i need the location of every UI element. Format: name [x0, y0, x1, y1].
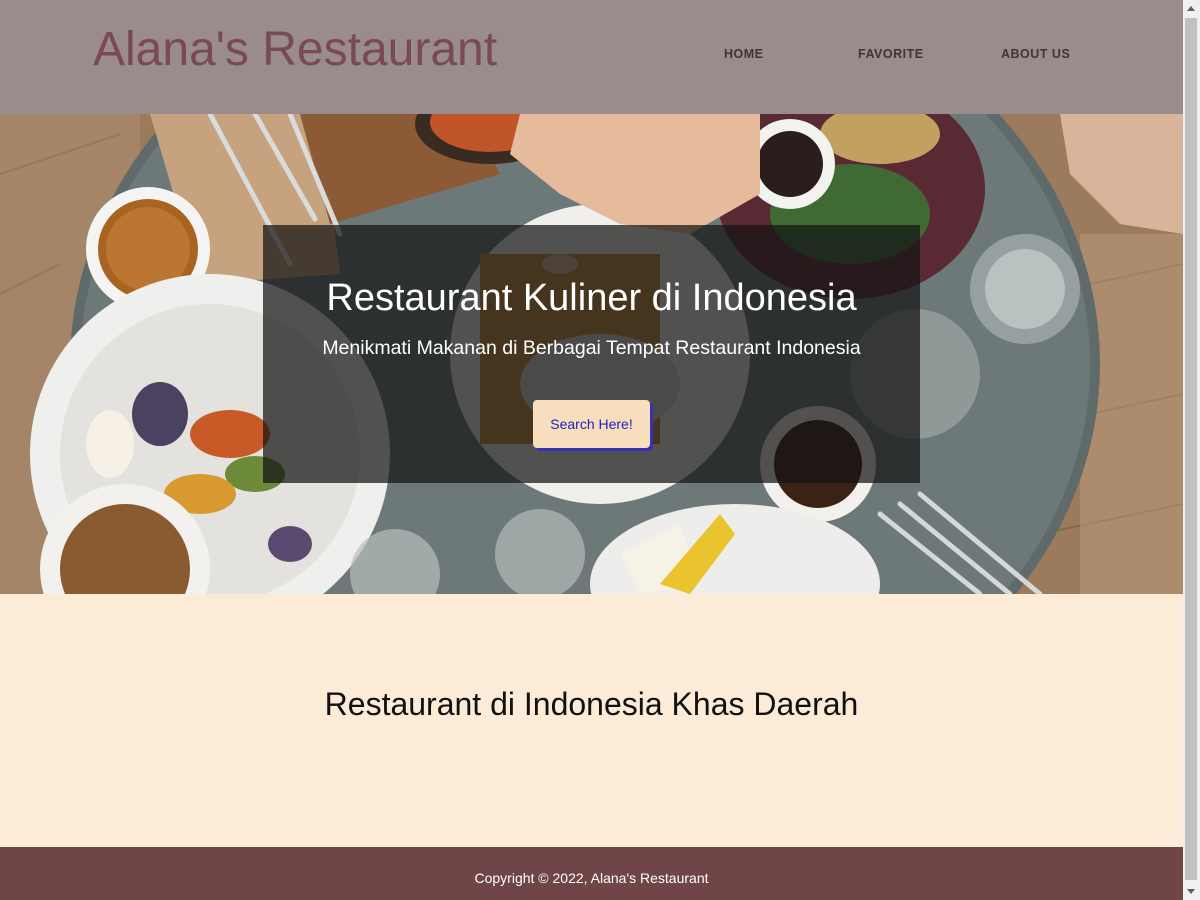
- scroll-down-button[interactable]: [1183, 883, 1200, 900]
- site-footer: Copyright © 2022, Alana's Restaurant: [0, 847, 1183, 900]
- hero-overlay-box: Restaurant Kuliner di Indonesia Menikmat…: [263, 225, 920, 483]
- nav-favorite-link[interactable]: FAVORITE: [858, 47, 924, 61]
- hero-subtitle: Menikmati Makanan di Berbagai Tempat Res…: [322, 337, 861, 359]
- site-header: Alana's Restaurant HOME FAVORITE ABOUT U…: [0, 0, 1183, 114]
- scroll-thumb[interactable]: [1185, 18, 1197, 880]
- arrow-down-icon: [1187, 889, 1195, 894]
- scroll-up-button[interactable]: [1183, 0, 1200, 17]
- copyright-text: Copyright © 2022, Alana's Restaurant: [474, 870, 709, 886]
- search-button[interactable]: Search Here!: [533, 400, 650, 448]
- section-title: Restaurant di Indonesia Khas Daerah: [324, 686, 859, 722]
- vertical-scrollbar[interactable]: [1183, 0, 1200, 900]
- content-section: Restaurant di Indonesia Khas Daerah: [0, 594, 1183, 847]
- nav-about-link[interactable]: ABOUT US: [1001, 47, 1070, 61]
- hero-banner: Restaurant Kuliner di Indonesia Menikmat…: [0, 114, 1183, 594]
- hero-title: Restaurant Kuliner di Indonesia: [326, 277, 857, 319]
- arrow-up-icon: [1187, 6, 1195, 11]
- nav-home-link[interactable]: HOME: [724, 47, 764, 61]
- main-nav: HOME FAVORITE ABOUT US: [0, 47, 1183, 67]
- page: Alana's Restaurant HOME FAVORITE ABOUT U…: [0, 0, 1183, 900]
